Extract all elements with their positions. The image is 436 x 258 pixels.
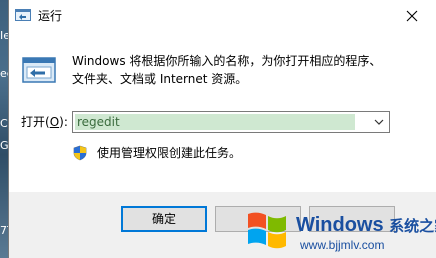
open-label-suffix: ): [59,115,68,129]
dropdown-button[interactable] [371,114,387,130]
run-dialog: 运行 Windows 将根据你所输入的名称，为你打开相应的程序、 文件夹、文档或… [8,0,436,258]
run-dialog-icon [22,57,56,83]
dialog-content: Windows 将根据你所输入的名称，为你打开相应的程序、 文件夹、文档或 In… [9,32,436,192]
admin-privilege-note: 使用管理权限创建此任务。 [97,146,242,160]
screen: Ie ed C Ge 7T 运行 [0,0,436,258]
browse-button[interactable] [309,206,395,232]
uac-shield-icon [73,145,87,161]
description-line: Windows 将根据你所输入的名称，为你打开相应的程序、 [72,54,382,68]
open-combobox[interactable]: regedit [72,111,390,133]
description-line: 文件夹、文档或 Internet 资源。 [72,72,248,86]
close-button[interactable] [400,4,424,28]
open-label: 打开(O): [21,114,68,130]
button-bar: 确定 [9,192,436,258]
window-title: 运行 [38,9,63,23]
open-input[interactable]: regedit [75,114,355,130]
desktop-background: Ie ed C Ge 7T [0,0,15,258]
cancel-button[interactable] [215,206,301,232]
run-icon [15,9,31,21]
desktop-peek-text: C [0,117,8,130]
open-label-accesskey: O [49,115,60,129]
close-icon [406,10,418,22]
ok-button[interactable]: 确定 [121,206,207,232]
title-bar[interactable]: 运行 [9,0,436,32]
chevron-down-icon [374,119,384,125]
description-text: Windows 将根据你所输入的名称，为你打开相应的程序、 文件夹、文档或 In… [72,52,412,88]
open-label-prefix: 打开( [21,115,50,129]
